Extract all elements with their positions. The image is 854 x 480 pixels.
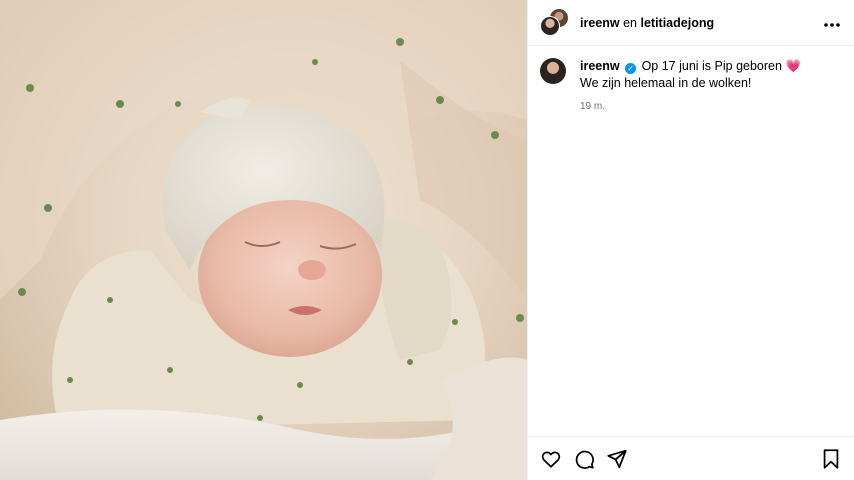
caption-username[interactable]: ireenw: [580, 59, 620, 73]
action-bar: [528, 436, 854, 480]
caption-line2: We zijn helemaal in de wolken!: [580, 76, 752, 90]
bookmark-icon[interactable]: [820, 448, 842, 470]
more-options-icon[interactable]: [822, 14, 842, 32]
avatar-ireenw[interactable]: [540, 15, 560, 36]
baby-photo-illustration: [0, 0, 527, 480]
post-timestamp[interactable]: 19 m.: [580, 98, 801, 115]
post-photo[interactable]: [0, 0, 527, 480]
post-side-panel: ireenw en letitiadejong ireenw ✓ Op 17 j…: [527, 0, 854, 480]
caption-avatar[interactable]: [540, 58, 566, 84]
instagram-post: ireenw en letitiadejong ireenw ✓ Op 17 j…: [0, 0, 854, 480]
post-caption: ireenw ✓ Op 17 juni is Pip geboren 💗 We …: [528, 46, 854, 115]
comment-icon[interactable]: [573, 448, 595, 470]
post-header: ireenw en letitiadejong: [528, 0, 854, 46]
header-conjunction: en: [623, 15, 637, 30]
header-user2-link[interactable]: letitiadejong: [640, 16, 714, 30]
header-usernames: ireenw en letitiadejong: [580, 16, 822, 30]
caption-line1: Op 17 juni is Pip geboren: [641, 59, 782, 73]
heart-icon[interactable]: [540, 448, 562, 470]
caption-body: ireenw ✓ Op 17 juni is Pip geboren 💗 We …: [580, 58, 801, 115]
heart-emoji: 💗: [785, 59, 802, 73]
header-user1-link[interactable]: ireenw: [580, 16, 620, 30]
share-icon[interactable]: [606, 448, 628, 470]
verified-badge-icon: ✓: [625, 63, 637, 74]
collab-avatars[interactable]: [540, 7, 570, 38]
